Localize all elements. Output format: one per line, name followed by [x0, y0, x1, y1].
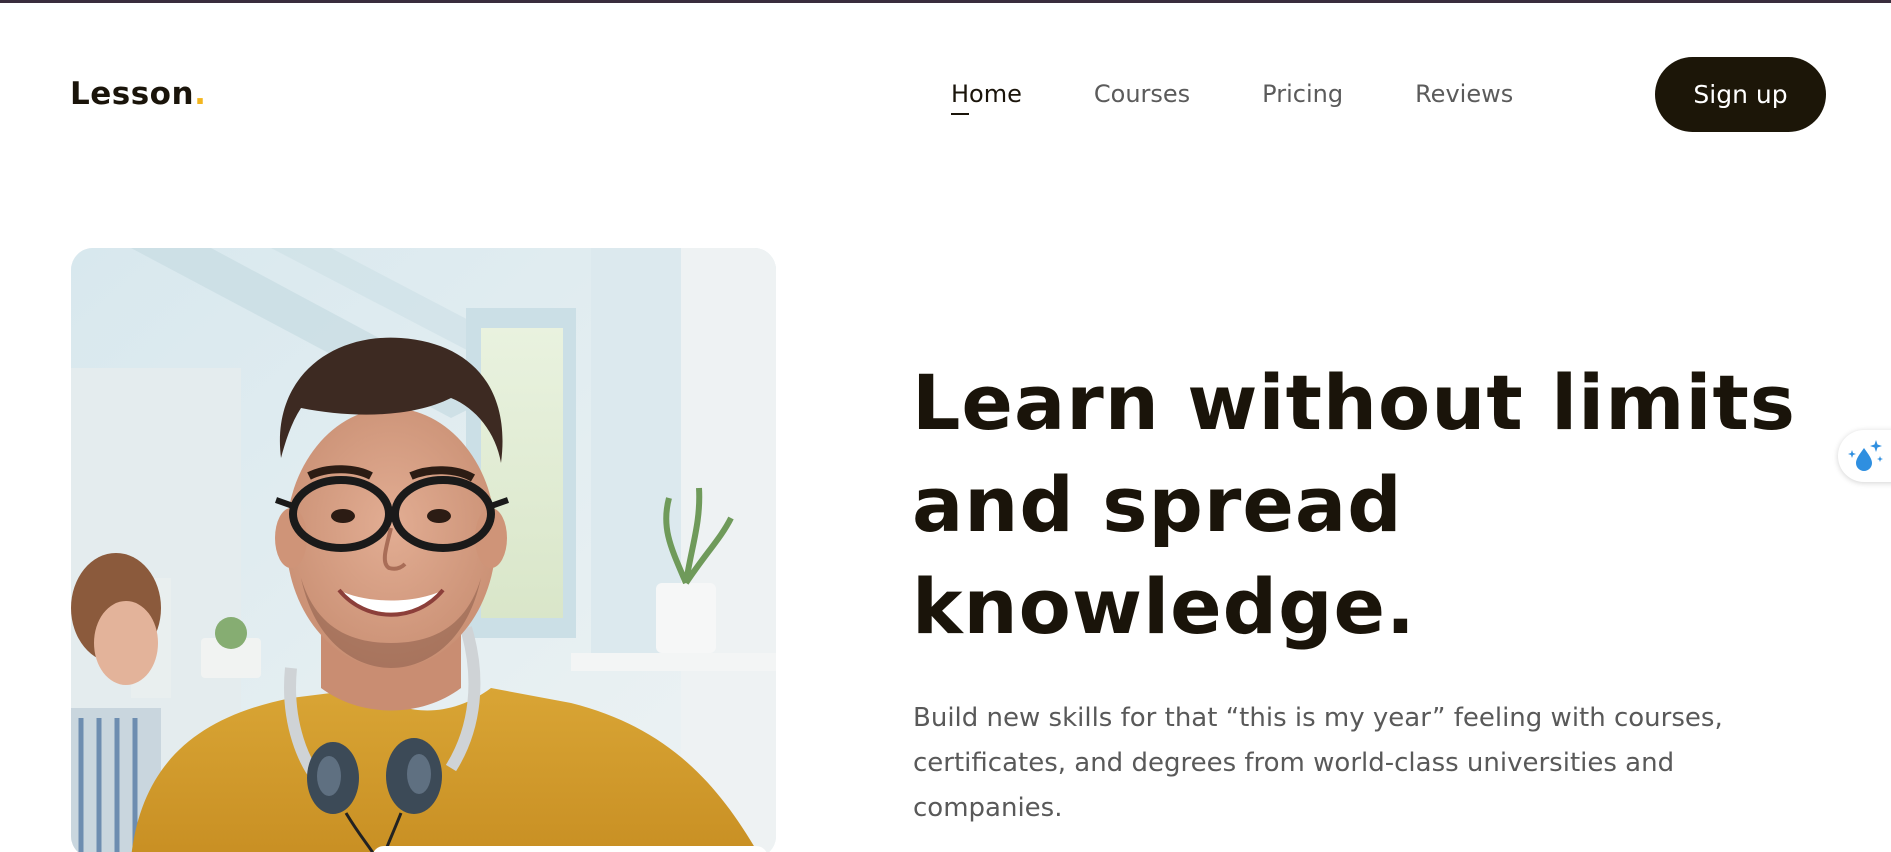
nav-item-pricing[interactable]: Pricing	[1262, 76, 1343, 112]
nav-item-courses[interactable]: Courses	[1094, 76, 1190, 112]
nav-item-reviews[interactable]: Reviews	[1415, 76, 1513, 112]
hero-title-line-1: Learn without limits	[912, 358, 1797, 447]
brand-logo[interactable]: Lesson.	[70, 72, 206, 116]
nav-item-home[interactable]: Home	[951, 76, 1022, 115]
floating-assistant-button[interactable]	[1838, 430, 1891, 482]
hero-title: Learn without limits and spread knowledg…	[912, 352, 1812, 658]
hero-title-line-2: and spread	[912, 460, 1403, 549]
hero-student-photo	[71, 248, 776, 852]
browser-top-border	[0, 0, 1891, 3]
sparkle-drop-icon	[1848, 440, 1883, 471]
landing-page: Lesson. Home Courses Pricing Reviews Sig…	[0, 0, 1891, 852]
hero-title-line-3: knowledge.	[912, 562, 1416, 651]
image-overlay-card	[372, 846, 768, 852]
sign-up-button[interactable]: Sign up	[1655, 57, 1826, 132]
main-nav: Home Courses Pricing Reviews	[951, 76, 1585, 115]
brand-name: Lesson	[70, 76, 195, 112]
brand-logo-dot: .	[194, 76, 207, 112]
hero-subtitle: Build new skills for that “this is my ye…	[913, 703, 1723, 823]
